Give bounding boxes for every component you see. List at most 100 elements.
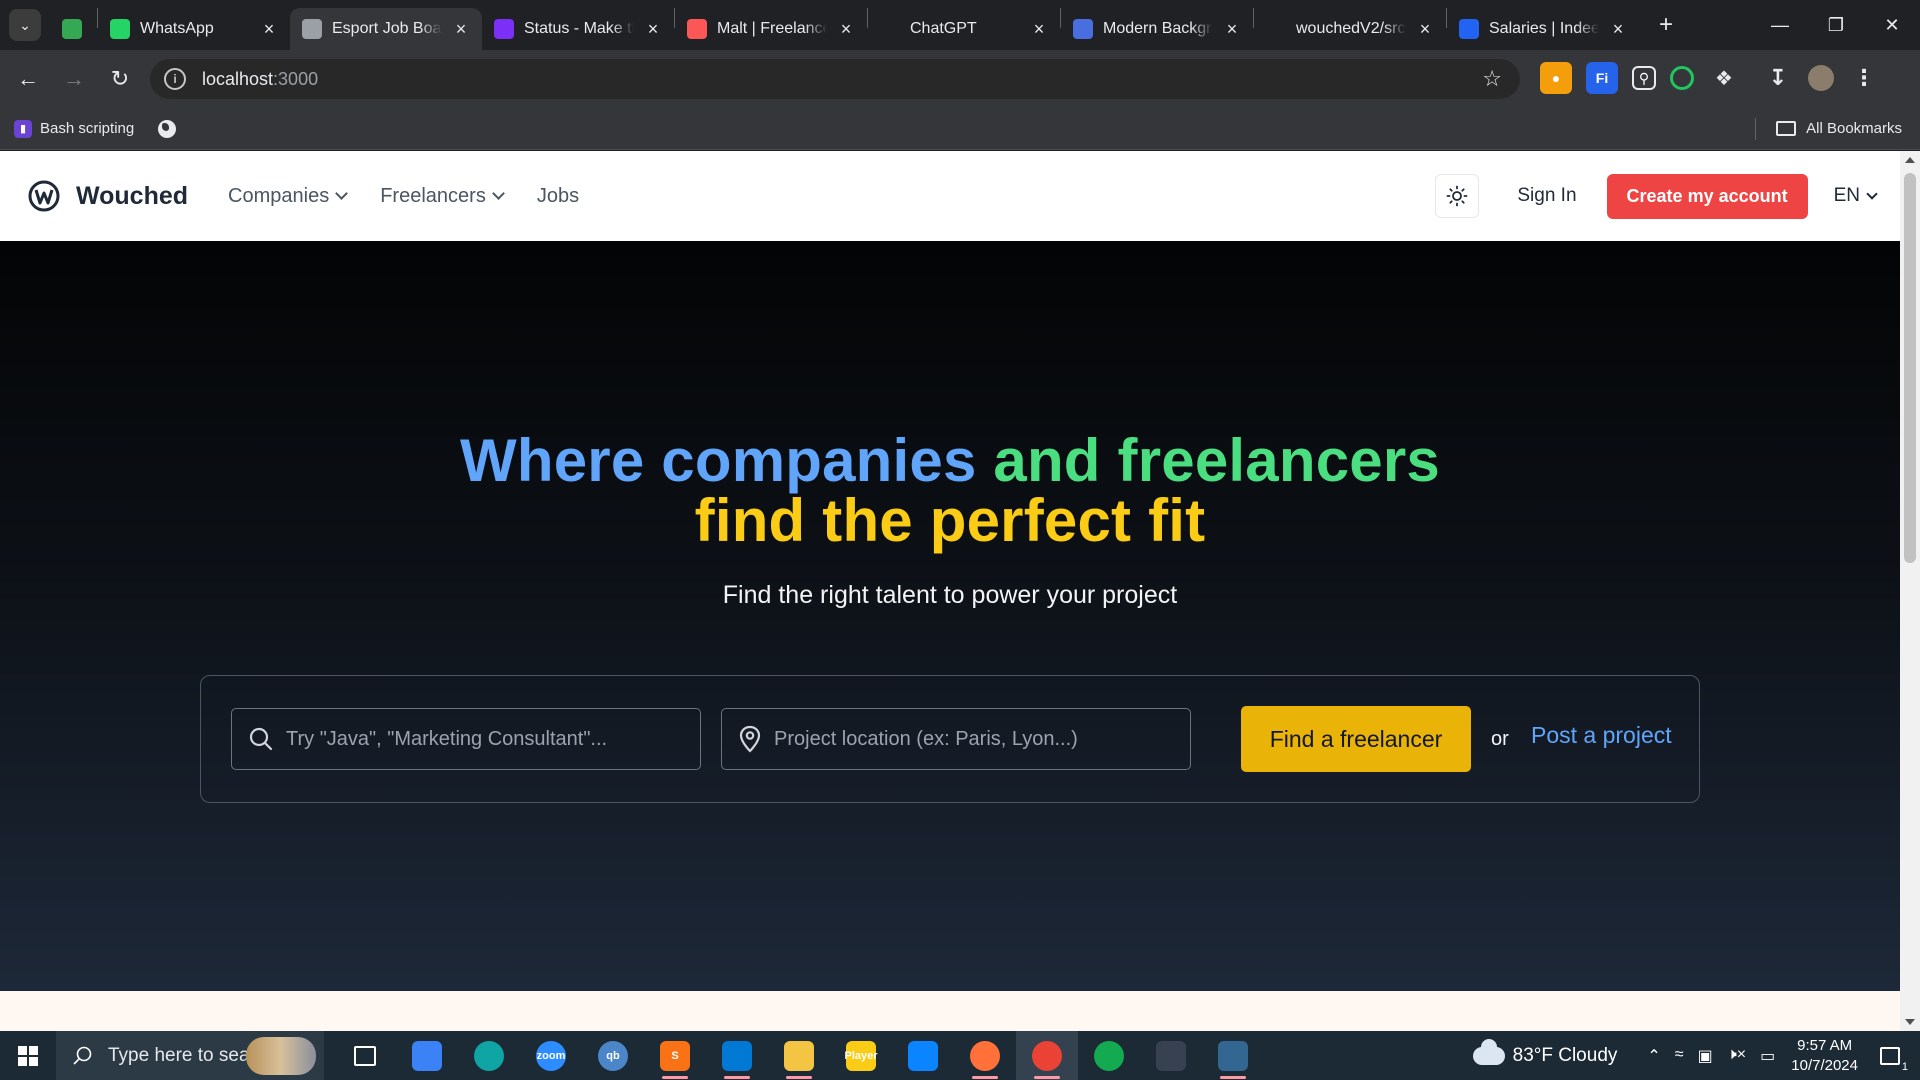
clock[interactable]: 9:57 AM 10/7/2024	[1791, 1036, 1858, 1076]
battery-icon[interactable]: ▭	[1760, 1046, 1775, 1066]
extensions-puzzle-icon[interactable]: ❖	[1708, 62, 1740, 94]
bookmark-star-icon[interactable]: ☆	[1482, 66, 1502, 92]
taskbar-app-chrome[interactable]	[1016, 1031, 1078, 1080]
extension-green-ring-icon[interactable]	[1670, 66, 1694, 90]
taskbar-app-qbittorrent[interactable]: qb	[582, 1031, 644, 1080]
brand-name[interactable]: Wouched	[76, 182, 188, 211]
create-account-button[interactable]: Create my account	[1606, 173, 1808, 219]
malt-icon	[687, 19, 707, 39]
taskbar-app-file-explorer[interactable]	[768, 1031, 830, 1080]
back-button[interactable]: ←	[8, 59, 48, 99]
extension-fi-icon[interactable]: Fi	[1586, 62, 1618, 94]
address-bar[interactable]: i localhost:3000 ☆	[150, 59, 1520, 99]
system-tray: 83°F Cloudy ⌃ ≈ ▣ 🕨× ▭ 9:57 AM 10/7/2024…	[1472, 1031, 1920, 1080]
mongodb-icon	[1094, 1040, 1124, 1071]
globe-bookmark-icon[interactable]	[158, 119, 177, 138]
taskbar-app-mail[interactable]	[892, 1031, 954, 1080]
tab-close-icon[interactable]: ×	[1223, 19, 1241, 40]
post-project-link[interactable]: Post a project	[1531, 722, 1672, 749]
profile-avatar[interactable]	[1808, 65, 1834, 91]
taskbar-app-edge[interactable]	[458, 1031, 520, 1080]
forward-button[interactable]: →	[54, 59, 94, 99]
weather-text[interactable]: 83°F Cloudy	[1513, 1045, 1618, 1067]
language-selector[interactable]: EN	[1834, 185, 1878, 207]
tab-close-icon[interactable]: ×	[1609, 19, 1627, 40]
close-window-button[interactable]: ✕	[1864, 0, 1920, 50]
taskbar-app-mongodb[interactable]	[1078, 1031, 1140, 1080]
taskbar-app-vscode[interactable]	[706, 1031, 768, 1080]
taskbar-app-screen-recorder[interactable]	[1140, 1031, 1202, 1080]
tab-search-button[interactable]: ⌄	[9, 9, 41, 41]
taskbar-app-microsoft-store[interactable]	[396, 1031, 458, 1080]
header-actions: Sign In Create my account EN	[1435, 151, 1900, 241]
browser-tab[interactable]	[47, 8, 97, 50]
google-drive-icon	[62, 19, 82, 39]
scroll-up-icon[interactable]	[1905, 157, 1915, 163]
bookmarks-bar: ▮ Bash scripting All Bookmarks	[0, 108, 1920, 150]
page-scrollbar[interactable]	[1900, 151, 1920, 1031]
volume-muted-icon[interactable]: 🕨×	[1727, 1046, 1746, 1066]
tab-close-icon[interactable]: ×	[452, 19, 470, 40]
minimize-button[interactable]: —	[1752, 0, 1808, 50]
nav-jobs[interactable]: Jobs	[537, 185, 579, 208]
sign-in-link[interactable]: Sign In	[1517, 185, 1576, 207]
location-input[interactable]: Project location (ex: Paris, Lyon...)	[721, 708, 1191, 770]
site-info-icon[interactable]: i	[164, 68, 186, 90]
reload-button[interactable]: ↻	[100, 59, 140, 99]
bookmark-bash-scripting[interactable]: ▮ Bash scripting	[14, 119, 134, 138]
start-button[interactable]	[0, 1031, 56, 1080]
browser-tab[interactable]: Status - Make th ×	[482, 8, 674, 50]
all-bookmarks-button[interactable]: All Bookmarks	[1755, 117, 1902, 140]
taskbar-app-sublime-text[interactable]: S	[644, 1031, 706, 1080]
extension-orange-icon[interactable]: ●	[1540, 62, 1572, 94]
browser-tab[interactable]: ChatGPT ×	[868, 8, 1060, 50]
taskbar-search[interactable]: Type here to search	[56, 1031, 324, 1080]
wouched-logo-icon[interactable]	[28, 180, 60, 212]
clock-time: 9:57 AM	[1797, 1036, 1853, 1054]
taskbar-app-potplayer[interactable]: Player	[830, 1031, 892, 1080]
file-explorer-icon	[784, 1040, 814, 1071]
taskbar-app-zoom[interactable]: zoom	[520, 1031, 582, 1080]
find-freelancer-button[interactable]: Find a freelancer	[1241, 706, 1471, 772]
nav-freelancers[interactable]: Freelancers	[380, 185, 505, 208]
tab-close-icon[interactable]: ×	[1030, 19, 1048, 40]
tab-close-icon[interactable]: ×	[260, 19, 278, 40]
browser-tab[interactable]: Modern Backgr ×	[1061, 8, 1253, 50]
browser-tab[interactable]: wouchedV2/src ×	[1254, 8, 1446, 50]
taskbar-apps: zoom qb S Player	[334, 1031, 1264, 1080]
browser-tab[interactable]: WhatsApp ×	[98, 8, 290, 50]
tab-close-icon[interactable]: ×	[1416, 19, 1434, 40]
tab-title: Salaries | Indeed	[1489, 20, 1599, 37]
scrollbar-thumb[interactable]	[1904, 173, 1916, 563]
nav-companies[interactable]: Companies	[228, 185, 349, 208]
hero-title-line-1: Where companies and freelancers	[0, 431, 1900, 491]
chevron-up-icon[interactable]: ⌃	[1647, 1046, 1660, 1066]
url-host: localhost	[202, 68, 274, 89]
wifi-icon[interactable]: ≈	[1675, 1046, 1684, 1066]
extensions-area: ● Fi ⚲ ❖ ↧ ⋮	[1540, 62, 1880, 94]
site-header: Wouched Companies Freelancers Jobs Sign …	[0, 151, 1900, 241]
browser-tab[interactable]: Malt | Freelance ×	[675, 8, 867, 50]
bookmarks-divider	[1755, 117, 1757, 140]
browser-tab[interactable]: Salaries | Indeed ×	[1447, 8, 1639, 50]
taskbar-app-firefox[interactable]	[954, 1031, 1016, 1080]
skill-search-input[interactable]: Try "Java", "Marketing Consultant"...	[231, 708, 701, 770]
new-tab-button[interactable]: +	[1651, 11, 1681, 39]
scroll-down-icon[interactable]	[1905, 1019, 1915, 1025]
extension-search-icon[interactable]: ⚲	[1632, 66, 1656, 90]
taskbar-app-task-view[interactable]	[334, 1031, 396, 1080]
theme-toggle-button[interactable]	[1435, 174, 1480, 218]
tab-close-icon[interactable]: ×	[837, 19, 855, 40]
meet-now-icon[interactable]: ▣	[1698, 1046, 1713, 1066]
mail-icon	[908, 1040, 938, 1071]
browser-menu-icon[interactable]: ⋮	[1848, 62, 1880, 94]
all-bookmarks-label: All Bookmarks	[1806, 120, 1902, 137]
browser-tab[interactable]: Esport Job Boar ×	[290, 8, 482, 50]
tab-close-icon[interactable]: ×	[644, 19, 662, 40]
restore-button[interactable]: ❐	[1808, 0, 1864, 50]
notification-center-button[interactable]: 1	[1870, 1046, 1910, 1073]
downloads-icon[interactable]: ↧	[1762, 62, 1794, 94]
sublime-text-icon: S	[660, 1040, 690, 1071]
next-section-edge	[0, 991, 1900, 1031]
taskbar-app-postgresql[interactable]	[1202, 1031, 1264, 1080]
